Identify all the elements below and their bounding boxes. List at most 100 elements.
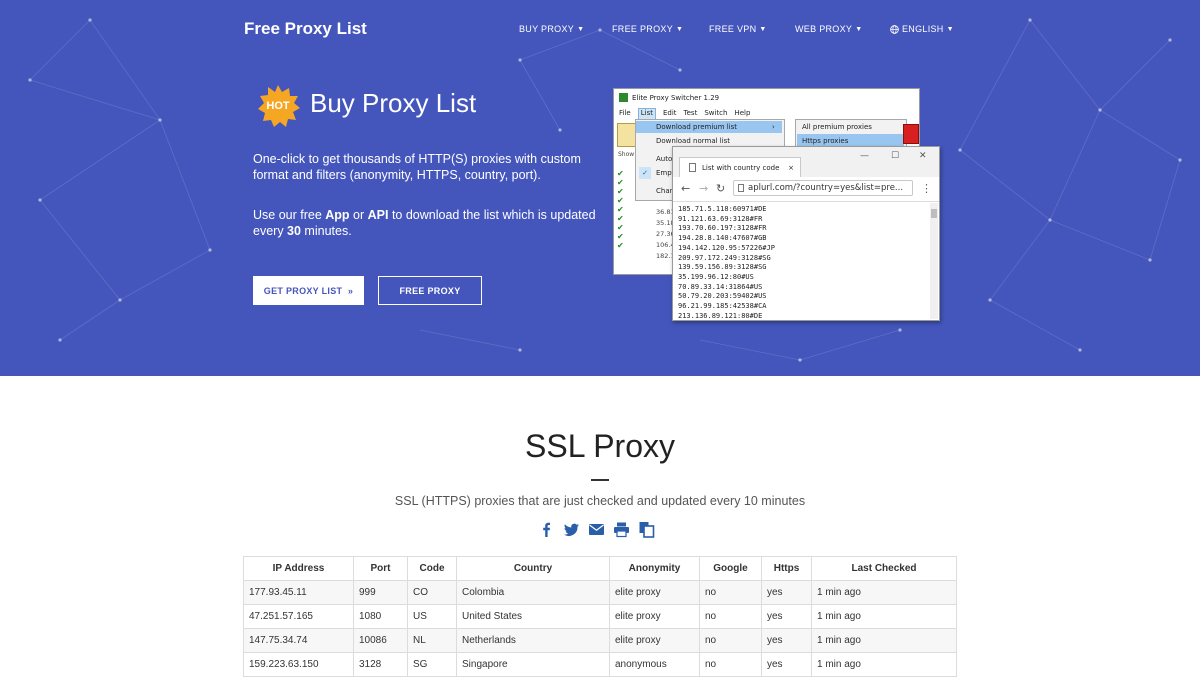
check-icon: ✔ <box>617 187 624 196</box>
anonymity-cell: elite proxy <box>609 604 700 629</box>
column-header[interactable]: IP Address <box>243 556 354 581</box>
share-bar <box>538 521 655 538</box>
column-header[interactable]: Https <box>761 556 812 581</box>
section-title: SSL Proxy <box>525 428 675 464</box>
column-header[interactable]: Code <box>407 556 457 581</box>
ip-cell: 159.223.63.150 <box>243 652 354 677</box>
code-cell: NL <box>407 628 457 653</box>
google-cell: no <box>699 604 762 629</box>
check-icon: ✔ <box>617 223 624 232</box>
port-cell: 1080 <box>353 604 408 629</box>
column-header[interactable]: Anonymity <box>609 556 700 581</box>
check-icon: ✔ <box>617 196 624 205</box>
nav-label: BUY PROXY <box>519 24 575 34</box>
menu-item: Auto <box>656 155 673 163</box>
https-cell: yes <box>761 628 812 653</box>
submenu-item: Https proxies <box>802 137 849 145</box>
proxy-line: 209.97.172.249:3128#SG <box>678 253 771 262</box>
more-menu-icon: ⋮ <box>921 182 932 195</box>
check-icon: ✔ <box>617 214 624 223</box>
last-checked-cell: 1 min ago <box>811 652 957 677</box>
twitter-icon[interactable] <box>563 521 580 538</box>
proxy-table: IP Address Port Code Country Anonymity G… <box>243 556 957 677</box>
caret-down-icon: ▼ <box>676 25 684 33</box>
nav-buy-proxy[interactable]: BUY PROXY ▼ <box>519 24 584 34</box>
check-icon: ✔ <box>617 169 624 178</box>
toolbar-folder-icon <box>617 123 636 147</box>
app-title: Elite Proxy Switcher 1.29 <box>632 94 720 102</box>
ip-cell: 47.251.57.165 <box>243 604 354 629</box>
nav-free-vpn[interactable]: FREE VPN ▼ <box>709 24 767 34</box>
column-header[interactable]: Last Checked <box>811 556 957 581</box>
print-icon[interactable] <box>613 521 630 538</box>
scrollbar-thumb <box>931 209 937 218</box>
copy-icon[interactable] <box>638 521 655 538</box>
ip-cell: 147.75.34.74 <box>243 628 354 653</box>
hero-description-2: Use our free App or API to download the … <box>253 207 598 239</box>
https-cell: yes <box>761 580 812 605</box>
interval-value: 30 <box>287 224 301 238</box>
menu-item: Download normal list <box>656 137 731 145</box>
nav-label: FREE VPN <box>709 24 757 34</box>
table-header-row: IP Address Port Code Country Anonymity G… <box>243 556 957 581</box>
nav-web-proxy[interactable]: WEB PROXY ▼ <box>795 24 862 34</box>
last-checked-cell: 1 min ago <box>811 580 957 605</box>
caret-down-icon: ▼ <box>577 25 585 33</box>
nav-label: ENGLISH <box>902 24 944 34</box>
column-header[interactable]: Port <box>353 556 408 581</box>
reload-icon: ↻ <box>716 182 726 195</box>
get-proxy-list-button[interactable]: GET PROXY LIST » <box>253 276 364 305</box>
proxy-line: 194.142.120.95:57226#JP <box>678 243 775 252</box>
last-checked-cell: 1 min ago <box>811 628 957 653</box>
globe-icon <box>890 24 899 34</box>
address-bar: aplurl.com/?country=yes&list=pre... <box>733 180 913 196</box>
close-icon: × <box>788 164 794 172</box>
text-fragment: minutes. <box>300 224 352 238</box>
page-icon <box>689 163 696 172</box>
text-fragment: Use our free <box>253 208 326 222</box>
nav-free-proxy[interactable]: FREE PROXY ▼ <box>612 24 683 34</box>
proxy-line: 96.21.99.185:42538#CA <box>678 302 767 311</box>
nav-label: FREE PROXY <box>612 24 674 34</box>
google-cell: no <box>699 652 762 677</box>
app-link[interactable]: App <box>325 208 349 222</box>
button-label: FREE PROXY <box>399 285 461 296</box>
free-proxy-button[interactable]: FREE PROXY <box>378 276 482 305</box>
table-row: 47.251.57.165 1080 US United States elit… <box>243 604 957 629</box>
button-label: GET PROXY LIST <box>263 285 343 296</box>
browser-toolbar: ← → ↻ aplurl.com/?country=yes&list=pre..… <box>673 177 939 202</box>
page-icon <box>738 184 744 192</box>
check-icon: ✔ <box>617 178 624 187</box>
table-row: 177.93.45.11 999 CO Colombia elite proxy… <box>243 580 957 605</box>
url-text: aplurl.com/?country=yes&list=pre... <box>748 183 904 193</box>
country-cell: Singapore <box>456 652 610 677</box>
app-icon <box>619 93 628 102</box>
caret-down-icon: ▼ <box>759 25 767 33</box>
ip-cell: 177.93.45.11 <box>243 580 354 605</box>
column-header[interactable]: Country <box>456 556 610 581</box>
country-cell: Colombia <box>456 580 610 605</box>
menu-file: File <box>619 109 631 117</box>
proxy-text-list: 185.71.5.118:60971#DE 91.121.63.69:3128#… <box>678 205 928 320</box>
api-link[interactable]: API <box>368 208 389 222</box>
proxy-line: 194.28.8.140:47607#GB <box>678 234 767 243</box>
brand-logo[interactable]: Free Proxy List <box>244 19 367 39</box>
nav-language[interactable]: ENGLISH ▼ <box>890 24 954 34</box>
browser-window: List with country code × — ☐ ✕ ← → ↻ apl… <box>672 146 940 321</box>
caret-down-icon: ▼ <box>855 25 863 33</box>
chevron-right-icon: › <box>772 123 775 131</box>
proxy-line: 213.136.89.121:80#DE <box>678 311 763 320</box>
facebook-icon[interactable] <box>538 521 555 538</box>
hero-description: One-click to get thousands of HTTP(S) pr… <box>253 152 581 182</box>
anonymity-cell: elite proxy <box>609 628 700 653</box>
show-label: Show <box>618 151 635 158</box>
google-cell: no <box>699 628 762 653</box>
port-cell: 999 <box>353 580 408 605</box>
email-icon[interactable] <box>588 521 605 538</box>
port-cell: 3128 <box>353 652 408 677</box>
network-background <box>28 18 1182 362</box>
column-header[interactable]: Google <box>699 556 762 581</box>
anonymity-cell: anonymous <box>609 652 700 677</box>
tab-title: List with country code <box>702 164 780 172</box>
check-column: ✔ ✔ ✔ ✔ ✔ ✔ ✔ ✔ ✔ <box>617 169 633 274</box>
